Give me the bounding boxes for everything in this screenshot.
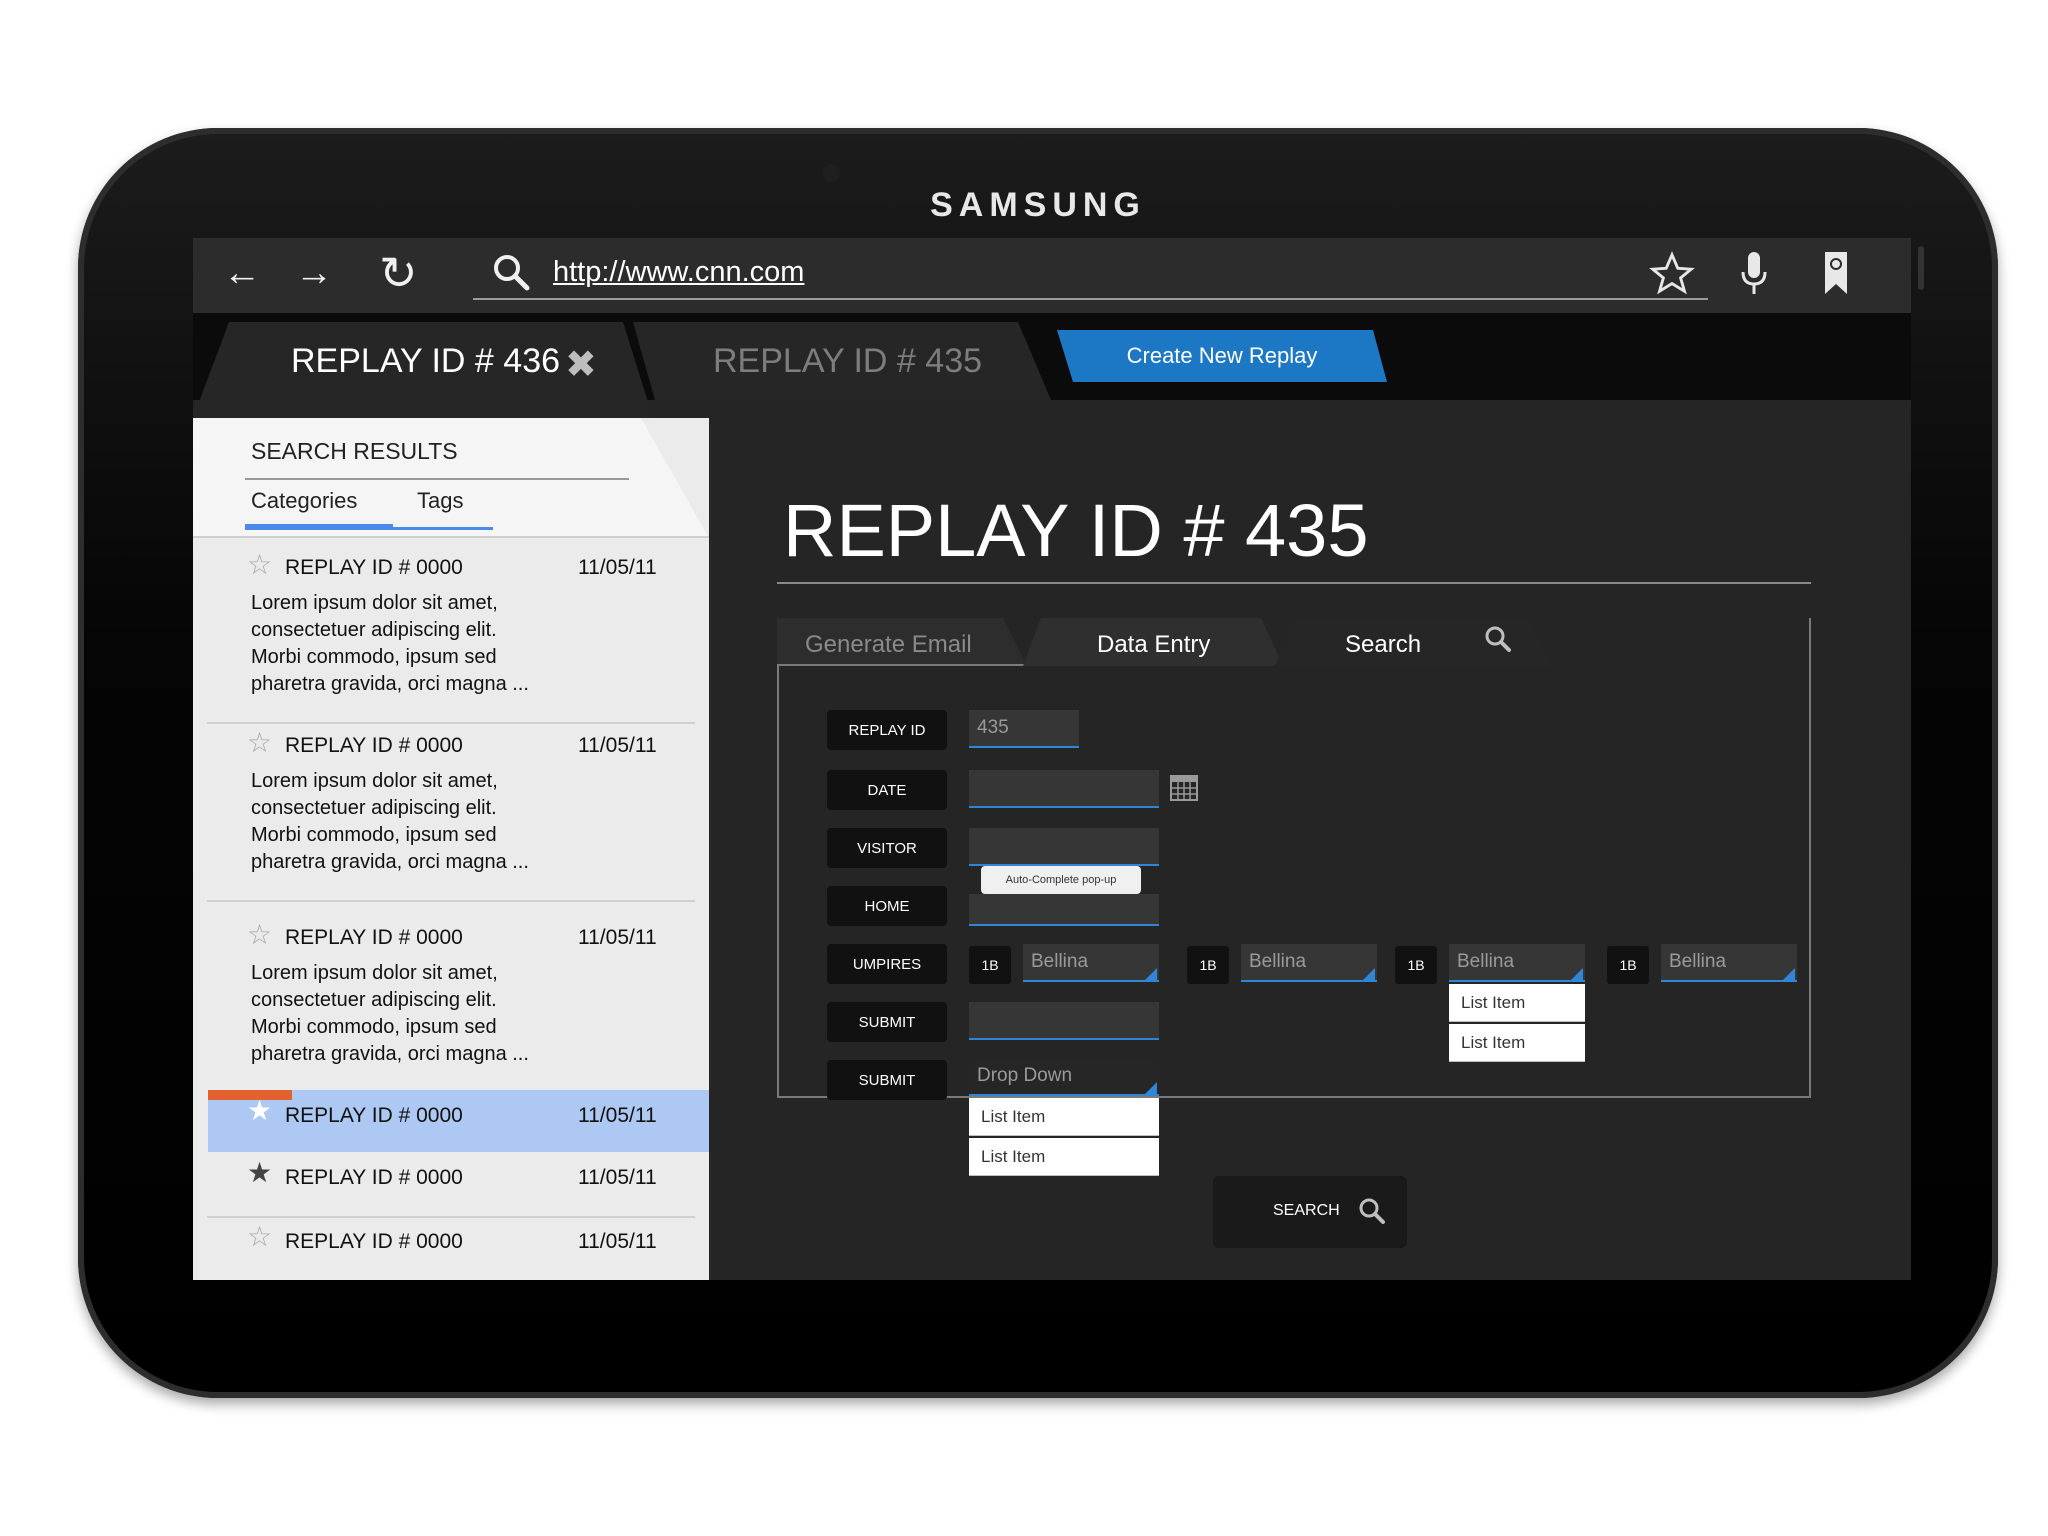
url-underline [473,298,1708,300]
dropdown-arrow-icon [1783,968,1795,980]
dropdown-list-item[interactable]: List Item [969,1098,1159,1136]
back-arrow-icon[interactable]: ← [223,252,261,295]
umpire-list-item[interactable]: List Item [1449,1024,1585,1062]
dropdown-arrow-icon [1363,968,1375,980]
umpire-list-item[interactable]: List Item [1449,984,1585,1022]
tab-categories[interactable]: Categories [251,488,357,514]
tab-tags[interactable]: Tags [417,488,463,514]
result-date: 11/05/11 [578,1104,657,1127]
result-title: REPLAY ID # 0000 [285,734,463,757]
results-header-divider [193,536,709,538]
result-body: Lorem ipsum dolor sit amet, consectetuer… [251,770,529,873]
search-icon [494,255,530,291]
tab-inactive-label: REPLAY ID # 435 [713,342,983,380]
dropdown-list-item[interactable]: List Item [969,1138,1159,1176]
result-date: 11/05/11 [578,734,657,757]
result-body: Lorem ipsum dolor sit amet, consectetuer… [251,962,529,1065]
tab-search-label: Search [1345,631,1422,658]
star-outline-icon[interactable]: ☆ [247,726,272,759]
search-results-heading: SEARCH RESULTS [251,438,458,464]
result-divider [207,900,695,902]
replay-id-label: REPLAY ID [827,710,947,750]
result-date: 11/05/11 [578,556,657,579]
dropdown-select[interactable]: Drop Down [969,1058,1159,1096]
star-filled-icon[interactable]: ★ [247,1156,272,1189]
tab-data-entry-label: Data Entry [1097,631,1211,658]
umpire-select-4[interactable]: Bellina [1661,944,1797,982]
microphone-icon[interactable] [1739,250,1769,298]
heading-divider [245,478,629,480]
tab-generate-email-label: Generate Email [805,631,972,658]
screen: ← → ↻ http://www.cnn.com REPLAY ID # 436… [193,238,1911,1280]
title-divider [777,582,1811,584]
categories-tab-indicator [245,524,393,530]
front-camera [822,164,840,182]
umpire-base-2: 1B [1187,946,1229,984]
result-body: Lorem ipsum dolor sit amet, consectetuer… [251,592,529,695]
star-outline-icon[interactable]: ☆ [247,918,272,951]
result-title: REPLAY ID # 0000 [285,1166,463,1189]
star-outline-icon[interactable]: ☆ [247,548,272,581]
search-icon [1485,626,1511,652]
umpire-select-2[interactable]: Bellina [1241,944,1377,982]
date-label: DATE [827,770,947,810]
calendar-icon[interactable] [1169,772,1199,802]
result-date: 11/05/11 [578,926,657,949]
submit-label[interactable]: SUBMIT [827,1002,947,1042]
close-icon[interactable]: ✖ [565,342,597,387]
dropdown-arrow-icon [1145,968,1157,980]
star-icon[interactable] [1649,251,1695,297]
autocomplete-popup[interactable]: Auto-Complete pop-up [981,866,1141,894]
refresh-icon[interactable]: ↻ [379,246,418,300]
visitor-label: VISITOR [827,828,947,868]
umpire-base-4: 1B [1607,946,1649,984]
submit-label-2[interactable]: SUBMIT [827,1060,947,1100]
side-button [1918,246,1924,290]
result-title: REPLAY ID # 0000 [285,556,463,579]
url-field[interactable]: http://www.cnn.com [553,256,804,289]
star-outline-icon[interactable]: ★ [247,1094,272,1127]
umpire-base-3: 1B [1395,946,1437,984]
dropdown-arrow-icon [1145,1082,1157,1094]
umpires-label: UMPIRES [827,944,947,984]
home-input[interactable] [969,894,1159,926]
tags-tab-underline [393,527,493,530]
create-new-replay-button[interactable]: Create New Replay [1057,330,1387,382]
result-divider [207,722,695,724]
home-label: HOME [827,886,947,926]
result-date: 11/05/11 [578,1166,657,1189]
dropdown-arrow-icon [1571,968,1583,980]
umpire-base-1: 1B [969,946,1011,984]
brand-logo: SAMSUNG [930,186,1146,224]
result-title: REPLAY ID # 0000 [285,1104,463,1127]
umpire-select-3[interactable]: Bellina [1449,944,1585,982]
result-title: REPLAY ID # 0000 [285,1230,463,1253]
result-date: 11/05/11 [578,1230,657,1253]
forward-arrow-icon[interactable]: → [295,252,333,295]
visitor-input[interactable] [969,828,1159,866]
page-title: REPLAY ID # 435 [783,489,1369,572]
tab-active-label: REPLAY ID # 436 [291,342,561,380]
star-outline-icon[interactable]: ☆ [247,1220,272,1253]
date-input[interactable] [969,770,1159,808]
submit-input[interactable] [969,1002,1159,1040]
umpire-select-1[interactable]: Bellina [1023,944,1159,982]
result-title: REPLAY ID # 0000 [285,926,463,949]
bookmark-icon[interactable] [1823,250,1849,296]
search-icon [1359,1198,1385,1224]
replay-id-input[interactable]: 435 [969,710,1079,748]
search-button-label: SEARCH [1273,1202,1340,1219]
